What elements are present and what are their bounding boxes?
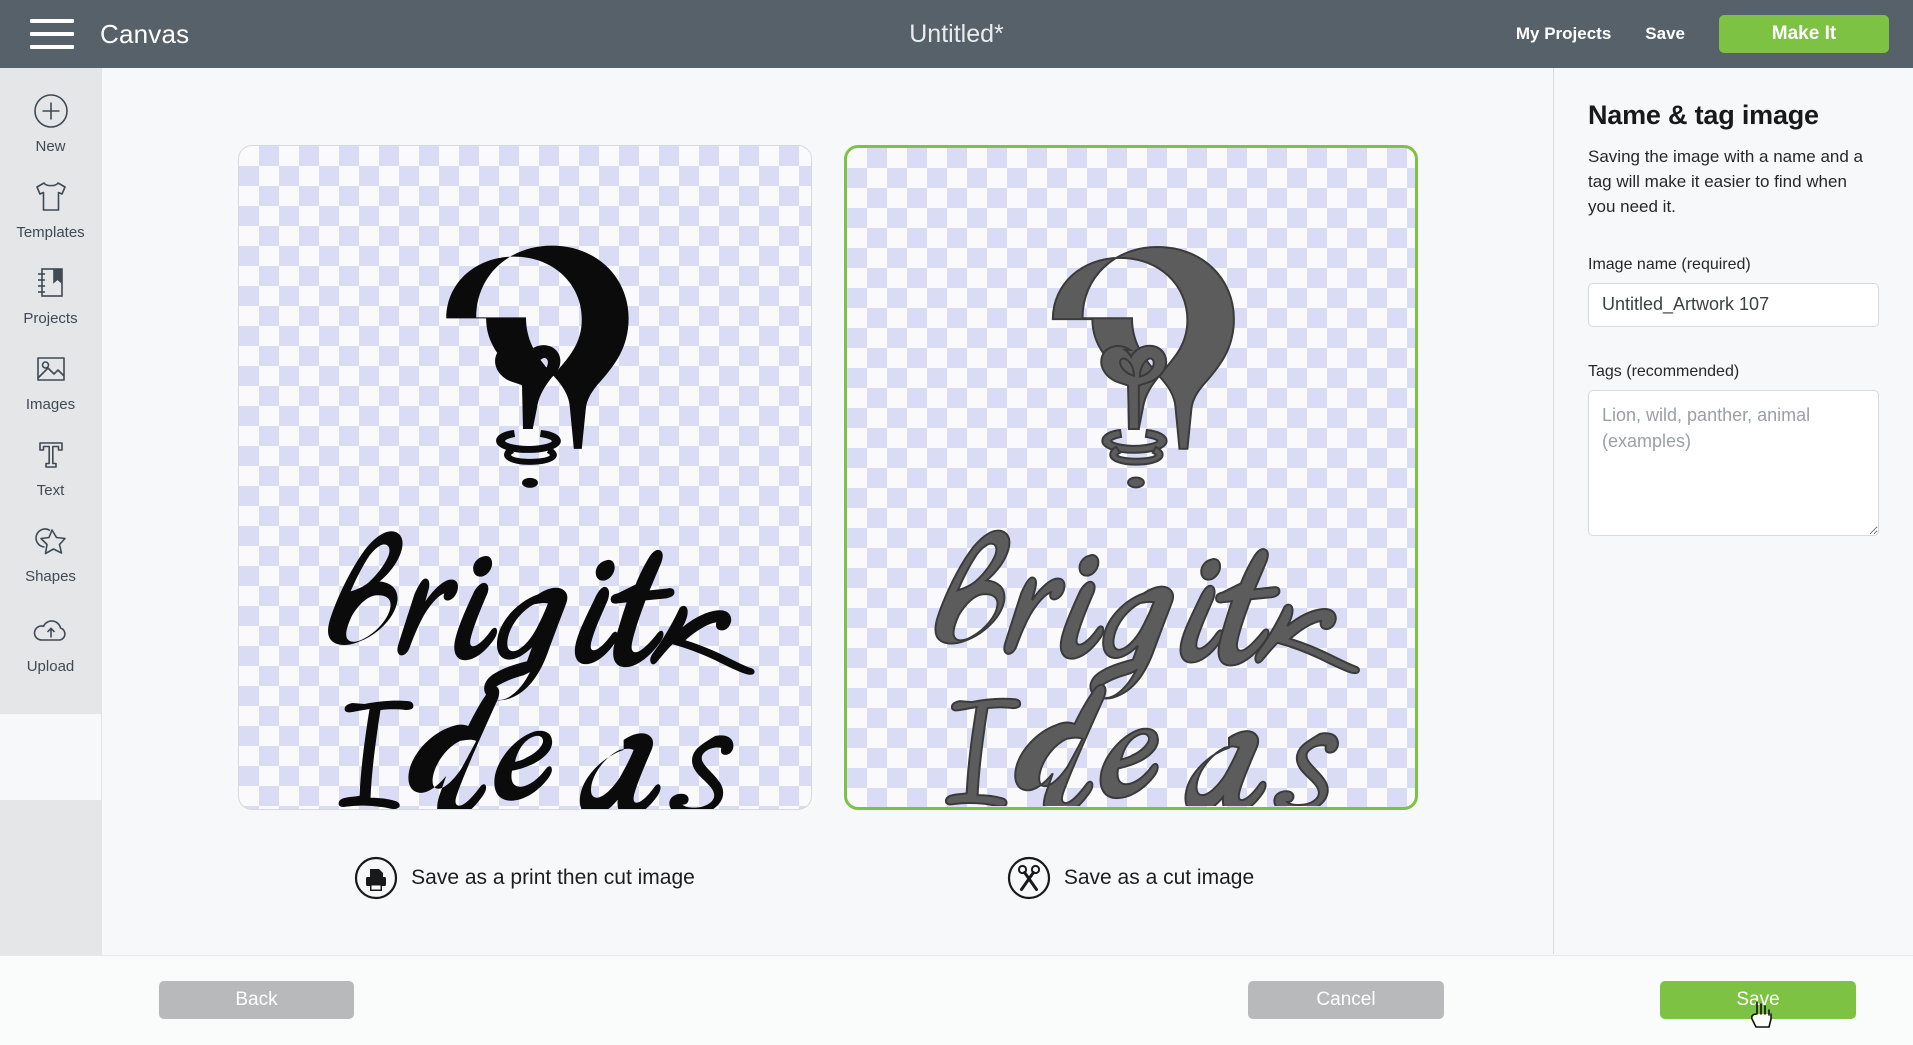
sidebar-item-label: New (35, 138, 66, 155)
footer-bar: Back Cancel Save (0, 955, 1913, 1045)
tags-label: Tags (recommended) (1588, 362, 1740, 380)
tags-textarea[interactable] (1588, 389, 1879, 536)
app-title: Canvas (100, 18, 190, 49)
sidebar-item-label: Images (25, 396, 76, 413)
preview-cards-container: Save as a print then cut image Save as a… (102, 145, 1553, 900)
sidebar-item-label: Templates (16, 224, 85, 241)
header-save-link[interactable]: Save (1645, 24, 1685, 44)
artwork-preview-black (327, 245, 755, 809)
sidebar-item-label: Shapes (25, 568, 76, 585)
text-t-icon (31, 432, 71, 478)
printer-circle-icon (354, 856, 398, 900)
option-row-cut-image[interactable]: Save as a cut image (1007, 856, 1254, 900)
panel-title: Name & tag image (1588, 100, 1819, 130)
image-name-input[interactable] (1588, 282, 1879, 327)
preview-card-cut-image[interactable] (843, 145, 1418, 810)
sidebar-item-text[interactable]: Text (0, 432, 101, 499)
top-header-bar: Canvas Untitled* My Projects Save Make I… (0, 0, 1913, 68)
cancel-button[interactable]: Cancel (1248, 981, 1444, 1019)
option-card-cut-image: Save as a cut image (843, 145, 1418, 900)
left-sidebar: New Templates Projects Images Text Shape… (0, 68, 102, 1045)
sidebar-item-projects[interactable]: Projects (0, 260, 101, 327)
artwork-preview-gray (933, 245, 1360, 807)
application-root: Canvas Untitled* My Projects Save Make I… (0, 0, 1913, 1045)
option-label: Save as a print then cut image (411, 866, 695, 889)
scissors-circle-icon (1007, 856, 1051, 900)
option-row-print-then-cut[interactable]: Save as a print then cut image (354, 856, 695, 900)
notebook-bookmark-icon (31, 260, 71, 306)
cloud-upload-icon (29, 608, 73, 654)
preview-card-print-then-cut[interactable] (237, 145, 812, 810)
picture-icon (31, 346, 71, 392)
sidebar-item-upload[interactable]: Upload (0, 608, 101, 675)
sidebar-group-upload (0, 714, 101, 800)
make-it-button[interactable]: Make It (1719, 15, 1889, 53)
sidebar-item-templates[interactable]: Templates (0, 174, 101, 241)
image-name-label: Image name (required) (1588, 255, 1751, 273)
sidebar-item-label: Text (36, 482, 65, 499)
sidebar-item-images[interactable]: Images (0, 346, 101, 413)
sidebar-item-label: Upload (26, 658, 75, 675)
sidebar-item-label: Projects (23, 310, 78, 327)
option-card-print-then-cut: Save as a print then cut image (237, 145, 812, 900)
my-projects-link[interactable]: My Projects (1516, 24, 1611, 44)
hamburger-menu-icon[interactable] (30, 19, 74, 49)
header-actions: My Projects Save Make It (1516, 15, 1889, 53)
main-content-area: Save as a print then cut image Save as a… (102, 68, 1553, 954)
sidebar-item-new[interactable]: New (0, 88, 101, 155)
plus-circle-icon (31, 88, 71, 134)
save-button[interactable]: Save (1660, 981, 1856, 1019)
tshirt-icon (29, 174, 73, 220)
option-label: Save as a cut image (1063, 866, 1255, 889)
shapes-star-icon (30, 518, 72, 564)
back-button[interactable]: Back (159, 981, 354, 1019)
sidebar-item-shapes[interactable]: Shapes (0, 518, 101, 585)
name-and-tag-panel: Name & tag image Saving the image with a… (1553, 68, 1913, 954)
panel-description: Saving the image with a name and a tag w… (1588, 147, 1864, 216)
